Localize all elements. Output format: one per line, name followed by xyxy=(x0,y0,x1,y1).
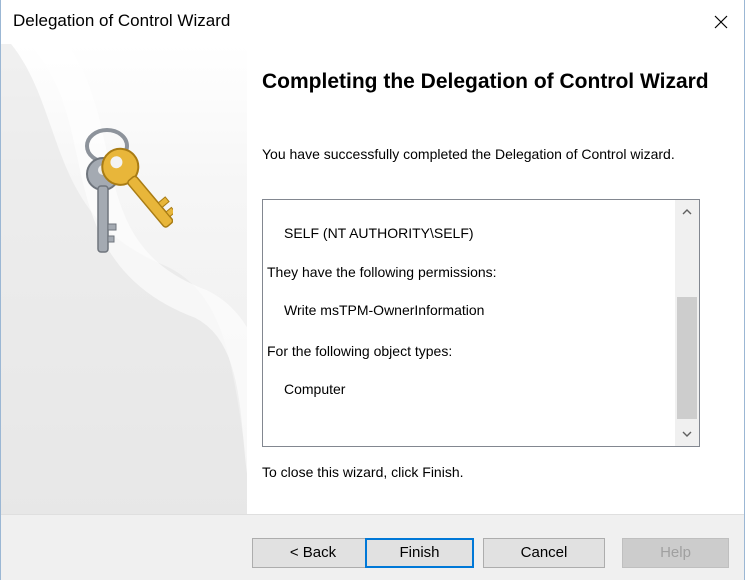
intro-text: You have successfully completed the Dele… xyxy=(262,146,675,162)
wizard-banner xyxy=(1,44,247,514)
close-instruction: To close this wizard, click Finish. xyxy=(262,464,464,480)
wizard-window: Delegation of Control Wizard Completing … xyxy=(0,0,745,580)
summary-line: Computer xyxy=(284,381,346,397)
button-bar: < Back Finish Cancel Help xyxy=(1,514,744,580)
chevron-down-icon xyxy=(682,431,692,437)
cancel-button[interactable]: Cancel xyxy=(483,538,605,568)
window-title: Delegation of Control Wizard xyxy=(13,11,231,30)
summary-line: For the following object types: xyxy=(267,343,453,359)
summary-listbox[interactable]: SELF (NT AUTHORITY\SELF) They have the f… xyxy=(262,199,700,447)
banner-swirl xyxy=(1,44,247,514)
finish-button[interactable]: Finish xyxy=(365,538,474,568)
back-button[interactable]: < Back xyxy=(252,538,374,568)
keys-icon xyxy=(85,128,173,253)
summary-content: SELF (NT AUTHORITY\SELF) They have the f… xyxy=(263,200,673,446)
scroll-up-button[interactable] xyxy=(675,200,699,224)
scroll-thumb[interactable] xyxy=(677,297,697,419)
vertical-scrollbar[interactable] xyxy=(675,200,699,446)
chevron-up-icon xyxy=(682,209,692,215)
close-icon xyxy=(714,15,728,29)
summary-line: SELF (NT AUTHORITY\SELF) xyxy=(284,225,474,241)
close-button[interactable] xyxy=(698,0,744,44)
scroll-down-button[interactable] xyxy=(675,422,699,446)
page-title: Completing the Delegation of Control Wiz… xyxy=(262,70,709,93)
help-button: Help xyxy=(622,538,729,568)
summary-line: They have the following permissions: xyxy=(267,264,497,280)
summary-line: Write msTPM-OwnerInformation xyxy=(284,302,485,318)
title-bar: Delegation of Control Wizard xyxy=(1,0,744,44)
